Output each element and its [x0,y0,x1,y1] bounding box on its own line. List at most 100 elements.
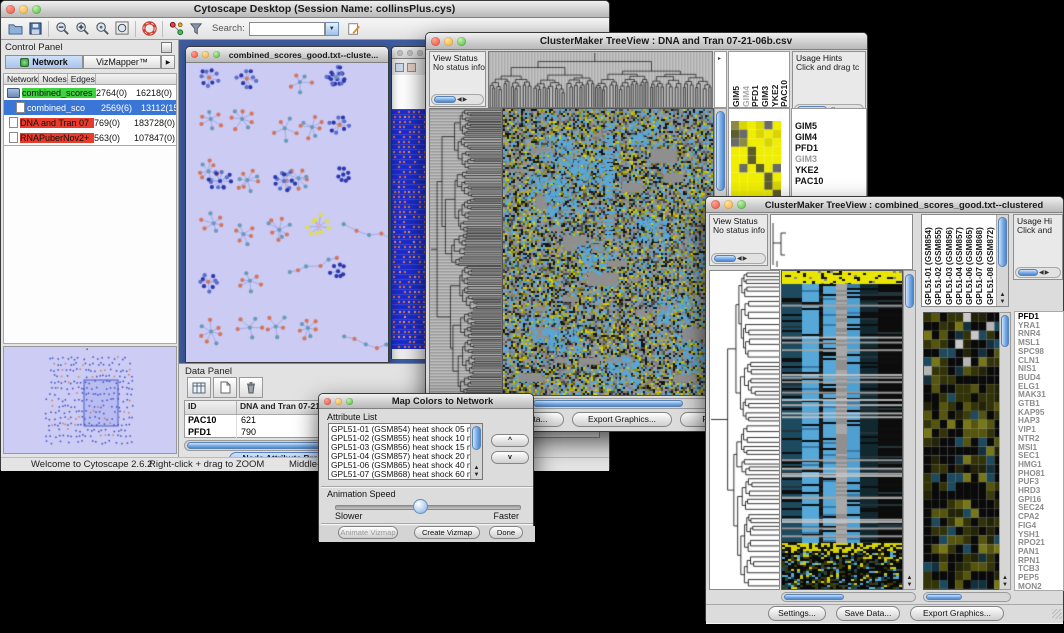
heatmap-canvas[interactable] [502,108,714,396]
array-label[interactable]: GPL51-03 (GSM856) [945,216,955,305]
gene-label[interactable]: GIM3 [795,154,866,165]
network-table-row[interactable]: combined_scores 2764(0) 16218(0) [4,85,176,100]
gene-label[interactable]: MON2 [1018,583,1063,591]
mini-icon[interactable] [407,63,416,72]
minimize-icon[interactable] [407,50,413,56]
close-icon[interactable] [6,5,15,14]
speed-slider[interactable] [335,505,521,510]
column-dendrogram-canvas[interactable] [488,51,713,108]
treeview-button[interactable]: Export Graphics... [572,412,672,427]
help-lifering-icon[interactable] [139,20,159,38]
gene-label[interactable]: YKE2 [795,165,866,176]
heatmap-hscrollbar[interactable] [781,592,916,602]
scrollbar-thumb[interactable] [784,594,844,600]
array-label[interactable]: GIM4 [741,52,751,107]
minimize-icon[interactable] [724,200,733,209]
heatmap-canvas[interactable] [781,270,903,590]
close-icon[interactable] [711,200,720,209]
zoom-window-icon[interactable] [346,398,353,405]
panel-grip-icon[interactable]: ▪ [86,347,88,353]
scrollbar-thumb[interactable] [926,594,962,600]
zoom-window-icon[interactable] [32,5,41,14]
network-table-row[interactable]: RNAPuberNov2+ 563(0) 107847(0) [4,130,176,145]
array-label[interactable]: GPL51-08 (GSM872) [986,216,996,305]
array-label[interactable]: YKE2 [770,52,780,107]
scrollbar-thumb[interactable] [905,274,914,308]
array-label[interactable]: PFD1 [750,52,760,107]
network-canvas[interactable] [186,63,388,362]
minimize-icon[interactable] [19,5,28,14]
scrollbar-thumb[interactable] [533,400,683,407]
scrollbar-thumb[interactable] [998,217,1007,267]
gene-dendrogram-canvas[interactable] [709,270,780,590]
zoom-window-icon[interactable] [737,200,746,209]
zoom-in-icon[interactable] [72,20,92,38]
array-label[interactable]: GIM5 [731,52,741,107]
mini-icon[interactable] [395,63,404,72]
heatmap-vscrollbar[interactable]: ▲▼ [903,270,916,590]
attribute-list-vscrollbar[interactable]: ▲▼ [470,424,482,479]
id-column-header[interactable]: ID [185,401,237,414]
delete-attribute-icon[interactable] [239,377,263,398]
dialog-button[interactable]: Done [489,526,523,539]
tab-overflow-button[interactable]: ▶ [161,55,175,69]
tiny-arrow-icon[interactable]: ▸ [718,55,721,62]
column-dendrogram-canvas[interactable] [770,214,913,270]
array-label[interactable]: GPL51-02 (GSM855) [934,216,944,305]
network-modify-icon[interactable] [166,20,186,38]
network-table-row[interactable]: combined_sco 2569(6) 13112(15) [4,100,176,115]
scrollbar-thumb[interactable] [472,426,481,450]
treeview-button[interactable]: Save Data... [836,606,900,621]
slider-thumb[interactable] [413,499,428,514]
gene-label[interactable]: PAC10 [795,176,866,187]
zoom-selected-icon[interactable] [92,20,112,38]
array-label[interactable]: PAC10 [779,52,789,107]
treeview-button[interactable]: Export Graphics... [910,606,1004,621]
dialog-button[interactable]: Animate Vizmap [338,526,398,539]
dialog-button[interactable]: Create Vizmap [414,526,480,539]
treeview-combined-titlebar[interactable]: ClusterMaker TreeView : combined_scores_… [706,197,1063,213]
search-input[interactable] [249,22,325,36]
heatmap-hscrollbar[interactable] [502,398,727,409]
gene-label[interactable]: GIM5 [795,121,866,132]
move-up-button[interactable]: ^ [491,434,529,447]
genelist-vscrollbar[interactable]: ▲▼ [999,312,1011,590]
attribute-item[interactable]: GPL51-07 (GSM868) heat shock 60 min [329,470,469,479]
cytoscape-titlebar[interactable]: Cytoscape Desktop (Session Name: collins… [1,1,609,18]
array-label[interactable]: GPL51-04 (GSM857) [955,216,965,305]
zoom-heatmap-canvas[interactable] [923,312,1011,590]
zoomview-hscrollbar[interactable] [923,592,1011,602]
scrollbar-thumb[interactable] [716,111,725,191]
close-icon[interactable] [191,51,198,58]
close-icon[interactable] [324,398,331,405]
gene-dendrogram-canvas[interactable] [429,108,502,396]
filter-funnel-icon[interactable] [186,20,206,38]
column-header[interactable]: Network [4,74,39,84]
save-icon[interactable] [25,20,45,38]
view-status-scrollbar[interactable]: ◀▶ [711,253,766,264]
dialog-titlebar[interactable]: Map Colors to Network [319,394,533,409]
network-view-titlebar[interactable]: combined_scores_good.txt--cluste... [186,47,388,63]
birdseye-canvas[interactable] [20,350,160,450]
zoom-out-icon[interactable] [52,20,72,38]
birdseye-view[interactable]: ▪ [3,346,177,454]
network-table-row[interactable]: DNA and Tran 07 769(0) 183728(0) [4,115,176,130]
scrollbar-thumb[interactable] [1001,315,1009,347]
float-panel-icon[interactable] [161,42,172,53]
resize-grip-icon[interactable] [1052,609,1062,619]
usage-hints-scrollbar[interactable]: ◀▶ [1015,267,1061,278]
minimize-icon[interactable] [202,51,209,58]
global-heatmap-canvas[interactable] [731,121,781,207]
gene-label[interactable]: GIM4 [795,132,866,143]
annotation-icon[interactable] [344,20,364,38]
column-header[interactable]: Nodes [39,74,68,84]
view-status-scrollbar[interactable]: ◀▶ [431,94,484,105]
array-label[interactable]: GIM3 [760,52,770,107]
treeview-dna-titlebar[interactable]: ClusterMaker TreeView : DNA and Tran 07-… [426,33,867,50]
search-dropdown-button[interactable]: ▼ [325,22,339,36]
labels-vscrollbar[interactable]: ▲▼ [996,215,1008,306]
array-label[interactable]: GPL51-06 (GSM865) [965,216,975,305]
column-header[interactable]: Edges [68,74,96,84]
gene-label[interactable]: PFD1 [795,143,866,154]
zoom-window-icon[interactable] [213,51,220,58]
